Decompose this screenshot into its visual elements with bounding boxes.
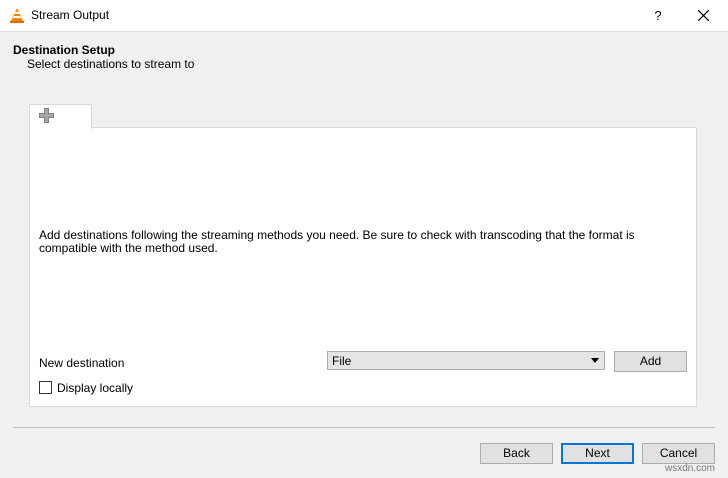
cancel-button[interactable]: Cancel <box>642 443 715 464</box>
close-button[interactable] <box>688 0 720 31</box>
chevron-down-icon <box>591 358 599 363</box>
next-button[interactable]: Next <box>561 443 634 464</box>
back-button[interactable]: Back <box>480 443 553 464</box>
close-icon <box>698 10 709 21</box>
section-subtitle: Select destinations to stream to <box>27 57 195 71</box>
new-destination-label: New destination <box>39 356 125 370</box>
destination-select-value: File <box>332 354 352 368</box>
vlc-cone-icon <box>9 7 25 24</box>
display-locally-checkbox[interactable] <box>39 381 52 394</box>
add-destination-tab[interactable] <box>29 104 92 129</box>
footer-divider <box>13 427 715 428</box>
instructions-text: Add destinations following the streaming… <box>39 228 635 255</box>
add-button[interactable]: Add <box>614 351 687 372</box>
watermark: wsxdn.com <box>665 463 716 474</box>
destination-select[interactable]: File <box>327 351 605 370</box>
title-bar: Stream Output ? <box>0 0 728 32</box>
help-button[interactable]: ? <box>644 0 672 31</box>
window-title: Stream Output <box>31 8 110 22</box>
destination-panel: Add destinations following the streaming… <box>29 127 697 407</box>
plus-icon <box>39 108 54 123</box>
display-locally-label[interactable]: Display locally <box>57 381 133 395</box>
section-title: Destination Setup <box>13 43 116 57</box>
